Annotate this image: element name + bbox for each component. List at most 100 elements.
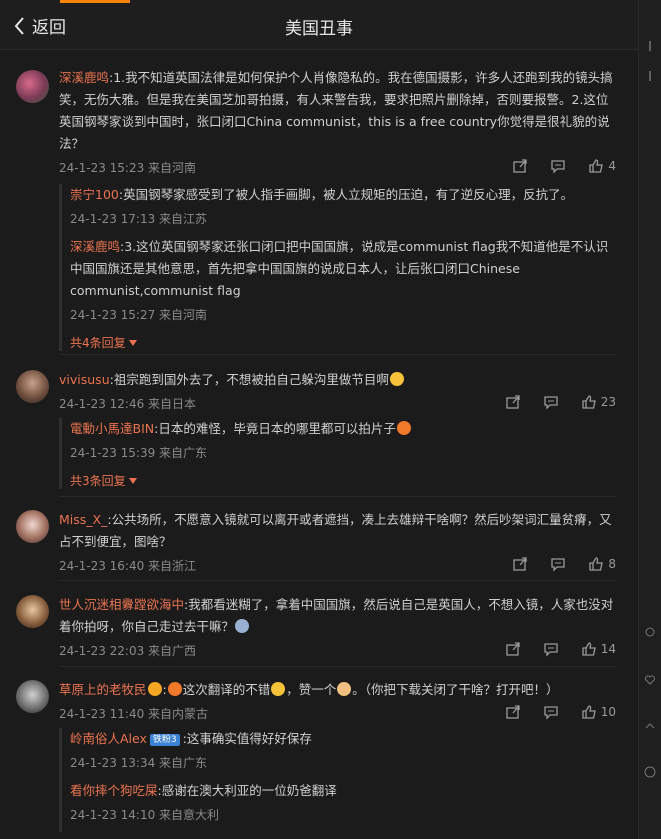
smile-emoji-icon bbox=[271, 682, 286, 696]
page-title: 美国丑事 bbox=[285, 19, 353, 39]
comment-text: 深溪鹿鸣:1.我不知道英国法律是如何保护个人肖像隐私的。我在德国摄影，许多人还跑… bbox=[59, 67, 616, 155]
thinking-emoji-icon bbox=[235, 619, 250, 633]
avatar[interactable] bbox=[16, 680, 49, 713]
reply-username[interactable]: 看你摔个狗吃屎 bbox=[70, 783, 158, 798]
user-icon[interactable] bbox=[644, 766, 656, 778]
more-replies-link[interactable]: 共3条回复 bbox=[70, 472, 137, 489]
like-button[interactable]: 14 bbox=[581, 641, 616, 657]
heart-icon[interactable] bbox=[644, 674, 656, 686]
comment-content: :祖宗跑到国外去了，不想被拍自己躲沟里做节目啊 bbox=[109, 372, 389, 387]
comment-actions: 10 bbox=[483, 704, 616, 720]
tab-indicator bbox=[60, 0, 130, 3]
comment-content: :公共场所，不愿意入镜就可以离开或者遮挡，凑上去雄辩干啥啊？然后吵架词汇量贫瘠，… bbox=[59, 512, 612, 549]
share-icon bbox=[506, 642, 520, 656]
username[interactable]: vivisusu bbox=[59, 372, 110, 387]
comment-text: vivisusu:祖宗跑到国外去了，不想被拍自己躲沟里做节目啊 bbox=[59, 369, 616, 391]
thumbs-up-icon bbox=[582, 642, 596, 656]
comment-content: :1.我不知道英国法律是如何保护个人肖像隐私的。我在德国摄影，许多人还跑到我的镜… bbox=[59, 70, 613, 151]
reply-meta: 24-1-23 17:13 来自江苏 bbox=[70, 212, 208, 226]
username[interactable]: 深溪鹿鸣 bbox=[59, 70, 109, 85]
reply-list: 岭南俗人Alex 铁粉3:这事确实值得好好保存 24-1-23 13:34 来自广… bbox=[59, 728, 616, 832]
comment-actions: 8 bbox=[490, 556, 616, 572]
reply-text: :英国钢琴家感受到了被人指手画脚，被人立规矩的压迫，有了逆反心理，反抗了。 bbox=[118, 187, 574, 202]
comment-actions: 4 bbox=[490, 158, 616, 174]
top-bar: 返回 美国丑事 bbox=[0, 0, 638, 50]
fan-badge: 铁粉3 bbox=[149, 734, 180, 746]
avatar[interactable] bbox=[16, 595, 49, 628]
grin-emoji-icon bbox=[396, 421, 411, 435]
thumbs-up-emoji-icon bbox=[337, 682, 352, 696]
back-to-top-icon[interactable] bbox=[644, 720, 656, 732]
reply-username[interactable]: 岭南俗人Alex bbox=[70, 731, 147, 746]
share-button[interactable] bbox=[512, 158, 528, 174]
like-button[interactable]: 10 bbox=[581, 704, 616, 720]
share-button[interactable] bbox=[505, 704, 521, 720]
caret-down-icon bbox=[128, 477, 137, 484]
grin-emoji-icon bbox=[167, 682, 182, 696]
laughing-emoji-icon bbox=[389, 372, 404, 386]
comment-meta: 24-1-23 16:40 来自浙江 8 bbox=[59, 557, 616, 577]
like-button[interactable]: 4 bbox=[588, 158, 616, 174]
timestamp-location: 24-1-23 16:40 来自浙江 bbox=[59, 559, 197, 573]
reply-text: :3.这位英国钢琴家还张口闭口把中国国旗，说成是communist flag我不… bbox=[70, 239, 609, 298]
comment-text: Miss_X_:公共场所，不愿意入镜就可以离开或者遮挡，凑上去雄辩干啥啊？然后吵… bbox=[59, 509, 616, 553]
divider bbox=[59, 496, 616, 497]
like-count: 23 bbox=[600, 395, 616, 409]
like-count: 10 bbox=[600, 705, 616, 719]
avatar[interactable] bbox=[16, 370, 49, 403]
reply-username[interactable]: 深溪鹿鸣 bbox=[70, 239, 120, 254]
thumbs-up-icon bbox=[582, 395, 596, 409]
share-button[interactable] bbox=[505, 641, 521, 657]
thumbs-up-icon bbox=[589, 159, 604, 173]
like-count: 14 bbox=[600, 642, 616, 656]
refresh-icon[interactable] bbox=[644, 626, 656, 638]
reply-button[interactable] bbox=[550, 556, 566, 572]
reply-item: 崇宁100:英国钢琴家感受到了被人指手画脚，被人立规矩的压迫，有了逆反心理，反抗… bbox=[70, 184, 616, 230]
like-button[interactable]: 8 bbox=[588, 556, 616, 572]
thumbs-up-icon bbox=[582, 705, 596, 719]
username[interactable]: Miss_X_ bbox=[59, 512, 107, 527]
reply-button[interactable] bbox=[550, 158, 566, 174]
reply-button[interactable] bbox=[543, 394, 559, 410]
reply-text: :感谢在澳大利亚的一位奶爸翻译 bbox=[157, 783, 337, 798]
comment-actions: 14 bbox=[483, 641, 616, 657]
reply-username[interactable]: 崇宁100 bbox=[70, 187, 119, 202]
reply-username[interactable]: 電動小馬達BIN bbox=[70, 421, 154, 436]
comment-actions: 23 bbox=[483, 394, 616, 410]
like-count: 8 bbox=[608, 557, 616, 571]
scrollbar[interactable] bbox=[638, 0, 661, 839]
comment-icon bbox=[544, 396, 558, 410]
reply-meta: 24-1-23 15:27 来自河南 bbox=[70, 308, 208, 322]
comment-text: 草原上的老牧民: 这次翻译的不错 ，赞一个 。（你把下载关闭了干啥？打开吧！） bbox=[59, 682, 559, 697]
avatar[interactable] bbox=[16, 70, 49, 103]
reply-list: 電動小馬達BIN:日本的难怪，毕竟日本的哪里都可以拍片子 24-1-23 15:… bbox=[59, 418, 616, 489]
arrow-icon bbox=[649, 41, 651, 51]
comment-meta: 24-1-23 22:03 来自广西 14 bbox=[59, 642, 616, 662]
crown-emoji-icon bbox=[147, 682, 162, 696]
username[interactable]: 草原上的老牧民 bbox=[59, 682, 147, 697]
more-replies-link[interactable]: 共4条回复 bbox=[70, 334, 137, 351]
timestamp-location: 24-1-23 12:46 来自日本 bbox=[59, 397, 197, 411]
share-button[interactable] bbox=[512, 556, 528, 572]
reply-button[interactable] bbox=[543, 704, 559, 720]
comment-icon bbox=[551, 558, 566, 572]
reply-item: 電動小馬達BIN:日本的难怪，毕竟日本的哪里都可以拍片子 24-1-23 15:… bbox=[70, 418, 616, 464]
reply-meta: 24-1-23 13:34 来自广东 bbox=[70, 756, 208, 770]
reply-meta: 24-1-23 14:10 来自意大利 bbox=[70, 808, 220, 822]
share-icon bbox=[506, 705, 520, 719]
like-button[interactable]: 23 bbox=[581, 394, 616, 410]
like-count: 4 bbox=[608, 159, 616, 173]
share-button[interactable] bbox=[505, 394, 521, 410]
caret-down-icon bbox=[128, 339, 137, 346]
comment-icon bbox=[544, 643, 558, 657]
avatar[interactable] bbox=[16, 510, 49, 543]
reply-text: :日本的难怪，毕竟日本的哪里都可以拍片子 bbox=[154, 421, 396, 436]
arrow-icon bbox=[649, 71, 651, 81]
divider bbox=[59, 580, 616, 581]
reply-button[interactable] bbox=[543, 641, 559, 657]
divider bbox=[59, 666, 616, 667]
comment-meta: 24-1-23 11:40 来自内蒙古 10 bbox=[59, 705, 616, 725]
username[interactable]: 世人沉迷相釁蹚欲海中 bbox=[59, 597, 184, 612]
thumbs-up-icon bbox=[589, 557, 604, 571]
timestamp-location: 24-1-23 22:03 来自广西 bbox=[59, 644, 197, 658]
